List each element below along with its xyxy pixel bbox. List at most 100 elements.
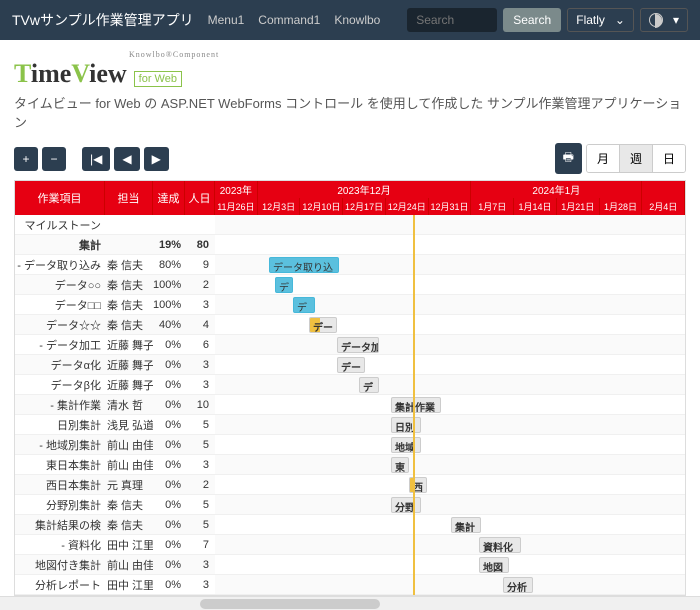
gantt-bar[interactable]: データ取り込: [269, 257, 339, 273]
week-header: 12月24日: [386, 198, 429, 215]
darkmode-toggle[interactable]: ▾: [640, 8, 688, 32]
task-row[interactable]: 集計結果の検秦 信夫0%5: [15, 515, 215, 535]
nav-first-button[interactable]: |◀: [82, 147, 110, 171]
month-header: [642, 181, 685, 198]
task-row[interactable]: 西日本集計元 真理0%2: [15, 475, 215, 495]
task-progress: 0%: [153, 459, 185, 471]
gantt-bar[interactable]: デー: [309, 317, 337, 333]
task-row[interactable]: 日別集計浅見 弘道0%5: [15, 415, 215, 435]
task-days: 5: [185, 419, 215, 431]
task-row[interactable]: 分野別集計秦 信夫0%5: [15, 495, 215, 515]
timeline-row: デー: [215, 355, 685, 375]
task-row[interactable]: データ○○秦 信夫100%2: [15, 275, 215, 295]
task-days: 3: [185, 359, 215, 371]
timeline-row: データ加: [215, 335, 685, 355]
task-row[interactable]: 東日本集計前山 由佳0%3: [15, 455, 215, 475]
timeline-row: 東: [215, 455, 685, 475]
gantt-bar[interactable]: 日別: [391, 417, 421, 433]
task-days: 7: [185, 539, 215, 551]
task-name: 分析レポート: [15, 577, 105, 593]
task-progress: 100%: [153, 279, 185, 291]
nav-command1[interactable]: Command1: [258, 13, 320, 27]
task-progress: 80%: [153, 259, 185, 271]
task-row[interactable]: データβ化近藤 舞子0%3: [15, 375, 215, 395]
task-person: 元 真理: [105, 477, 153, 493]
gantt-bar[interactable]: デ: [293, 297, 315, 313]
add-button[interactable]: +: [14, 147, 38, 171]
app-brand: TVwサンプル作業管理アプリ: [12, 10, 194, 30]
gantt-toolbar: + − |◀ ◀ ▶ 🖶 月 週 日: [0, 137, 700, 180]
gantt-bar[interactable]: 分野: [391, 497, 421, 513]
print-button[interactable]: 🖶: [555, 143, 582, 174]
task-row[interactable]: 集計19%80: [15, 235, 215, 255]
gantt-bar[interactable]: デ: [359, 377, 379, 393]
gantt-bar[interactable]: 分析: [503, 577, 533, 593]
task-row[interactable]: - データ取り込み秦 信夫80%9: [15, 255, 215, 275]
task-row[interactable]: - 資料化田中 江里0%7: [15, 535, 215, 555]
task-days: 80: [185, 239, 215, 251]
task-person: 秦 信夫: [105, 257, 153, 273]
task-days: 5: [185, 499, 215, 511]
task-progress: 0%: [153, 519, 185, 531]
gantt-bar[interactable]: 地域: [391, 437, 421, 453]
task-days: 5: [185, 519, 215, 531]
theme-select[interactable]: Flatly ⌄: [567, 8, 634, 32]
remove-button[interactable]: −: [42, 147, 66, 171]
gantt-right-pane: 2023年2023年12月2024年1月 11月26日12月3日12月10日12…: [215, 181, 685, 595]
timeline-header: 2023年2023年12月2024年1月 11月26日12月3日12月10日12…: [215, 181, 685, 215]
gantt-bar[interactable]: 集計作業: [391, 397, 441, 413]
task-person: 田中 江里: [105, 537, 153, 553]
task-row[interactable]: データ□□秦 信夫100%3: [15, 295, 215, 315]
task-row[interactable]: - 集計作業清水 哲0%10: [15, 395, 215, 415]
gantt-bar[interactable]: データ加: [337, 337, 379, 353]
nav-prev-button[interactable]: ◀: [114, 147, 139, 171]
month-header: 2024年1月: [471, 181, 642, 198]
task-row[interactable]: - 地域別集計前山 由佳0%5: [15, 435, 215, 455]
task-row[interactable]: データα化近藤 舞子0%3: [15, 355, 215, 375]
task-name: マイルストーン: [15, 217, 105, 233]
search-input[interactable]: [407, 8, 497, 32]
gantt-bar[interactable]: 地図: [479, 557, 509, 573]
task-person: 近藤 舞子: [105, 357, 153, 373]
week-header: 12月31日: [429, 198, 472, 215]
task-progress: 0%: [153, 379, 185, 391]
nav-menu1[interactable]: Menu1: [208, 13, 245, 27]
gantt-left-pane: 作業項目 担当 達成 人日 マイルストーン集計19%80- データ取り込み秦 信…: [15, 181, 215, 595]
gantt-bar[interactable]: 西: [409, 477, 427, 493]
gantt-bar[interactable]: 資料化: [479, 537, 521, 553]
task-progress: 0%: [153, 479, 185, 491]
task-row[interactable]: データ☆☆秦 信夫40%4: [15, 315, 215, 335]
scrollbar-thumb[interactable]: [200, 599, 380, 609]
gantt-bar[interactable]: デー: [337, 357, 365, 373]
search-button[interactable]: Search: [503, 8, 561, 32]
task-days: 10: [185, 399, 215, 411]
gantt-bar[interactable]: 集計: [451, 517, 481, 533]
week-header: 1月7日: [471, 198, 514, 215]
task-person: 清水 哲: [105, 397, 153, 413]
task-row[interactable]: 分析レポート田中 江里0%3: [15, 575, 215, 595]
nav-knowlbo[interactable]: Knowlbo: [334, 13, 380, 27]
task-progress: 0%: [153, 359, 185, 371]
nav-next-button[interactable]: ▶: [144, 147, 169, 171]
task-days: 2: [185, 479, 215, 491]
timeline-row: デ: [215, 275, 685, 295]
task-progress: 0%: [153, 339, 185, 351]
task-row[interactable]: - データ加工近藤 舞子0%6: [15, 335, 215, 355]
timeline-row: [215, 215, 685, 235]
timeline-row: デー: [215, 315, 685, 335]
horizontal-scrollbar[interactable]: [0, 596, 700, 610]
month-header: 2023年: [215, 181, 258, 198]
view-day-button[interactable]: 日: [652, 145, 685, 172]
view-week-button[interactable]: 週: [619, 145, 652, 172]
task-person: 前山 由佳: [105, 457, 153, 473]
timeline-row: 集計: [215, 515, 685, 535]
view-month-button[interactable]: 月: [587, 145, 619, 172]
timeline-row: [215, 235, 685, 255]
gantt-bar[interactable]: 東: [391, 457, 409, 473]
week-header: 11月26日: [215, 198, 258, 215]
gantt-bar[interactable]: デ: [275, 277, 293, 293]
task-person: 浅見 弘道: [105, 417, 153, 433]
task-row[interactable]: マイルストーン: [15, 215, 215, 235]
task-row[interactable]: 地図付き集計前山 由佳0%3: [15, 555, 215, 575]
week-header: 1月28日: [600, 198, 643, 215]
